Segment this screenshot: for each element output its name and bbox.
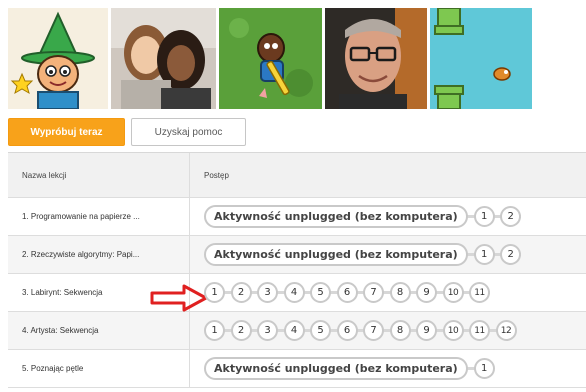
level-bubble[interactable]: 12 <box>495 320 517 341</box>
get-help-button[interactable]: Uzyskaj pomoc <box>131 118 246 146</box>
lesson-name[interactable]: 1. Programowanie na papierze ... <box>8 198 190 235</box>
thumbnail-flappy-game[interactable] <box>430 8 532 109</box>
level-bubble[interactable]: 9 <box>416 282 437 303</box>
level-bubble[interactable]: 8 <box>389 320 411 341</box>
level-bubble[interactable]: 6 <box>336 320 358 341</box>
thumbnail-man-with-glasses-photo[interactable] <box>325 8 427 109</box>
thumbnail-wizard-character[interactable] <box>8 8 108 109</box>
table-row: 3. Labirynt: Sekwencja 1 2 3 4 5 6 7 8 9 10 11 <box>8 274 586 312</box>
level-bubble[interactable]: 5 <box>310 282 331 303</box>
table-row: 2. Rzeczywiste algorytmy: Papi... Aktywno… <box>8 236 586 274</box>
progress-bubbles: Aktywność unplugged (bez komputera) 1 <box>204 357 500 380</box>
table-row: 4. Artysta: Sekwencja 1 2 3 4 5 6 7 8 9 10 11 12 <box>8 312 586 350</box>
level-bubble[interactable]: 6 <box>336 282 358 303</box>
lesson-name[interactable]: 4. Artysta: Sekwencja <box>8 312 190 349</box>
level-bubble[interactable]: 5 <box>310 320 331 341</box>
level-bubble[interactable]: 3 <box>257 320 278 341</box>
level-bubble[interactable]: 3 <box>257 282 278 303</box>
progress-cell: Aktywność unplugged (bez komputera) 1 2 <box>190 198 586 235</box>
level-bubble[interactable]: 4 <box>283 282 305 303</box>
lessons-table: Nazwa lekcji Postęp 1. Programowanie na … <box>8 152 586 388</box>
level-bubble[interactable]: 1 <box>473 358 495 379</box>
level-bubble[interactable]: 7 <box>363 282 384 303</box>
table-header-row: Nazwa lekcji Postęp <box>8 153 586 198</box>
level-bubble[interactable]: 1 <box>204 320 225 341</box>
lesson-name[interactable]: 5. Poznając pętle <box>8 350 190 387</box>
level-bubble[interactable]: 8 <box>389 282 411 303</box>
thumbnail-two-girls-photo[interactable] <box>111 8 216 109</box>
unplugged-activity-bubble[interactable]: Aktywność unplugged (bez komputera) <box>204 205 468 228</box>
level-bubble[interactable]: 2 <box>500 206 522 227</box>
progress-cell: Aktywność unplugged (bez komputera) 1 <box>190 350 586 387</box>
progress-cell: Aktywność unplugged (bez komputera) 1 2 <box>190 236 586 273</box>
progress-bubbles: 1 2 3 4 5 6 7 8 9 10 11 12 <box>204 320 522 341</box>
level-bubble[interactable]: 2 <box>230 320 252 341</box>
lesson-name[interactable]: 2. Rzeczywiste algorytmy: Papi... <box>8 236 190 273</box>
level-bubble[interactable]: 10 <box>442 282 464 303</box>
level-bubble[interactable]: 10 <box>442 320 464 341</box>
level-bubble[interactable]: 1 <box>473 206 495 227</box>
level-bubble[interactable]: 11 <box>469 282 490 303</box>
thumbnail-avatar-character-game[interactable] <box>219 8 322 109</box>
progress-bubbles: Aktywność unplugged (bez komputera) 1 2 <box>204 243 527 266</box>
level-bubble[interactable]: 9 <box>416 320 437 341</box>
level-bubble[interactable]: 2 <box>500 244 522 265</box>
level-bubble[interactable]: 4 <box>283 320 305 341</box>
red-arrow-icon <box>150 284 208 312</box>
header-lesson-name: Nazwa lekcji <box>8 153 190 197</box>
table-row: 5. Poznając pętle Aktywność unplugged (be… <box>8 350 586 388</box>
unplugged-activity-bubble[interactable]: Aktywność unplugged (bez komputera) <box>204 357 468 380</box>
level-bubble[interactable]: 1 <box>204 282 225 303</box>
try-now-button[interactable]: Wypróbuj teraz <box>8 118 125 146</box>
header-progress: Postęp <box>204 170 229 180</box>
progress-bubbles: Aktywność unplugged (bez komputera) 1 2 <box>204 205 527 228</box>
progress-cell: 1 2 3 4 5 6 7 8 9 10 11 <box>190 274 586 311</box>
progress-cell: 1 2 3 4 5 6 7 8 9 10 11 12 <box>190 312 586 349</box>
level-bubble[interactable]: 11 <box>469 320 490 341</box>
level-bubble[interactable]: 2 <box>230 282 252 303</box>
unplugged-activity-bubble[interactable]: Aktywność unplugged (bez komputera) <box>204 243 468 266</box>
table-row: 1. Programowanie na papierze ... Aktywnoś… <box>8 198 586 236</box>
level-bubble[interactable]: 1 <box>473 244 495 265</box>
level-bubble[interactable]: 7 <box>363 320 384 341</box>
progress-bubbles: 1 2 3 4 5 6 7 8 9 10 11 <box>204 282 496 303</box>
